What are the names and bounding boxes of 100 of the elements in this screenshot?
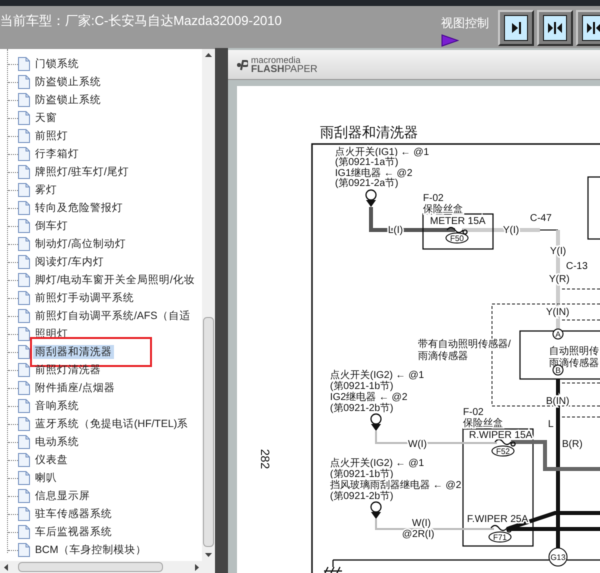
diagram-label: F.WIPER 25A <box>467 514 528 525</box>
fuse-code-label: F71 <box>488 532 512 542</box>
document-icon <box>18 489 30 503</box>
diagram-label: 保险丝盒 <box>423 204 463 215</box>
arrow-to-bar-icon <box>510 21 522 35</box>
tree-item[interactable]: 仪表盘 <box>33 453 70 467</box>
tree-item[interactable]: 驻车传感器系统 <box>33 507 114 521</box>
tree-item[interactable]: 喇叭 <box>33 471 59 485</box>
pin-label: A <box>552 328 564 340</box>
diagram-label: W(I) <box>408 439 427 450</box>
diagram-label: (第0921-2b节) <box>330 491 394 502</box>
connector-icon <box>365 189 377 207</box>
document-icon <box>18 201 30 215</box>
page-number: 282 <box>258 449 272 470</box>
diagram-label: 点火开关(IG1) ← @1 <box>335 147 430 158</box>
tree-item[interactable]: 阅读灯/车内灯 <box>33 255 106 269</box>
diagram-label: 点火开关(IG2) ← @1 <box>330 370 424 381</box>
arrows-inward-icon <box>547 21 563 35</box>
document-icon <box>18 471 30 485</box>
document-icon <box>18 219 30 233</box>
diagram-label: (第0921-1a节) <box>335 157 398 168</box>
play-triangle-icon[interactable] <box>441 34 459 47</box>
tree-item[interactable]: 附件插座/点烟器 <box>33 381 117 395</box>
document-icon <box>18 435 30 449</box>
tree-item[interactable]: 雨刮器和清洗器 <box>33 345 114 359</box>
vertical-scrollbar[interactable] <box>202 49 215 561</box>
diagram-label: 保险丝盒 <box>463 418 503 429</box>
fuse-code-label: F50 <box>446 232 468 244</box>
logo-icon <box>236 58 248 70</box>
tree-item[interactable]: 门锁系统 <box>33 57 81 71</box>
document-icon <box>18 363 30 377</box>
view-toggle-button[interactable] <box>498 10 534 46</box>
connector-icon <box>370 413 382 431</box>
document-icon <box>18 543 30 557</box>
diagram-label: (第0921-2a节) <box>335 178 398 189</box>
view-control-label: 视图控制 <box>441 15 489 32</box>
tree-item[interactable]: 蓝牙系统（免提电话(HF/TEL)系 <box>33 417 190 431</box>
tree-item[interactable]: 脚灯/电动车窗开关全局照明/化妆 <box>33 273 197 287</box>
diagram-label: Y(I) <box>503 225 520 236</box>
diagram-label: 自动照明传 <box>549 346 599 357</box>
diagram-label: @2R(I) <box>402 529 434 540</box>
tree-item[interactable]: 车后监视器系统 <box>33 525 114 539</box>
horizontal-scrollbar[interactable] <box>0 561 215 573</box>
diagram-label: B(R) <box>562 439 583 450</box>
diagram-label: IG1继电器 ← @2 <box>335 168 412 179</box>
tree-item[interactable]: 前照灯清洗器 <box>33 363 103 377</box>
fuse-code-label: F52 <box>492 446 514 456</box>
scroll-thumb[interactable] <box>203 317 214 547</box>
tree-item[interactable]: 前照灯手动调平系统 <box>33 291 136 305</box>
page-title: 雨刮器和清洗器 <box>320 124 418 140</box>
diagram-label: W(I) <box>412 518 431 529</box>
diagram-label: Y(I) <box>550 246 566 257</box>
fuse-icon <box>446 226 468 235</box>
tree-item[interactable]: 前照灯自动调平系统/AFS（自适 <box>33 309 192 323</box>
tree-item[interactable]: 防盗锁止系统 <box>33 75 103 89</box>
document-icon <box>18 75 30 89</box>
tree-item[interactable]: 行李箱灯 <box>33 147 81 161</box>
diagram-label: Y(R) <box>549 274 570 285</box>
tree-item[interactable]: 制动灯/高位制动灯 <box>33 237 128 251</box>
document-icon <box>18 111 30 125</box>
tree-item[interactable]: 电动系统 <box>33 435 81 449</box>
diagram-label: C-47 <box>530 213 552 224</box>
tree-item[interactable]: BCM（车身控制模块） <box>33 543 148 557</box>
tree-item[interactable]: 防盗锁止系统 <box>33 93 103 107</box>
tree-item[interactable]: 雾灯 <box>33 183 59 197</box>
tree-item[interactable]: 转向及危险警报灯 <box>33 201 125 215</box>
diagram-label: 带有自动照明传感器/ <box>418 339 511 350</box>
diagram-label: METER 15A <box>430 216 486 227</box>
scroll-thumb[interactable] <box>18 562 163 572</box>
document-icon <box>18 273 30 287</box>
document-icon <box>18 147 30 161</box>
diagram-label: (第0921-1b节) <box>330 381 394 392</box>
tree-item[interactable]: 前照灯 <box>33 129 70 143</box>
document-icon <box>18 381 30 395</box>
tree-item[interactable]: 信息显示屏 <box>33 489 92 503</box>
view-toggle-button[interactable] <box>537 10 573 46</box>
tree-item[interactable]: 音响系统 <box>33 399 81 413</box>
diagram-label: 挡风玻璃雨刮器继电器 ← @2 <box>330 480 462 491</box>
pin-label: G13 <box>548 548 568 566</box>
document-icon <box>18 93 30 107</box>
document-icon <box>18 129 30 143</box>
document-icon <box>18 345 30 359</box>
document-icon <box>18 399 30 413</box>
diagram-label: F-02 <box>463 407 484 418</box>
diagram-label: F-02 <box>423 193 444 204</box>
document-icon <box>18 453 30 467</box>
diagram-label: R.WIPER 15A <box>469 430 532 441</box>
tree-item[interactable]: 天窗 <box>33 111 59 125</box>
car-model-title: 当前车型：厂家:C-长安马自达Mazda32009-2010 <box>0 12 282 30</box>
document-icon <box>18 237 30 251</box>
diagram-label: 雨滴传感器 <box>418 351 468 362</box>
tree-item[interactable]: 牌照灯/驻车灯/尾灯 <box>33 165 131 179</box>
document-icon <box>18 525 30 539</box>
diagram-label: (第0921-2b节) <box>330 403 394 414</box>
brand-name: FLASHPAPER <box>251 64 318 74</box>
connector-icon <box>370 501 382 519</box>
arrows-inward-icon <box>586 21 600 35</box>
tree-item[interactable]: 倒车灯 <box>33 219 70 233</box>
diagram-label: L <box>548 419 554 430</box>
brand-caption: macromedia <box>251 56 302 64</box>
